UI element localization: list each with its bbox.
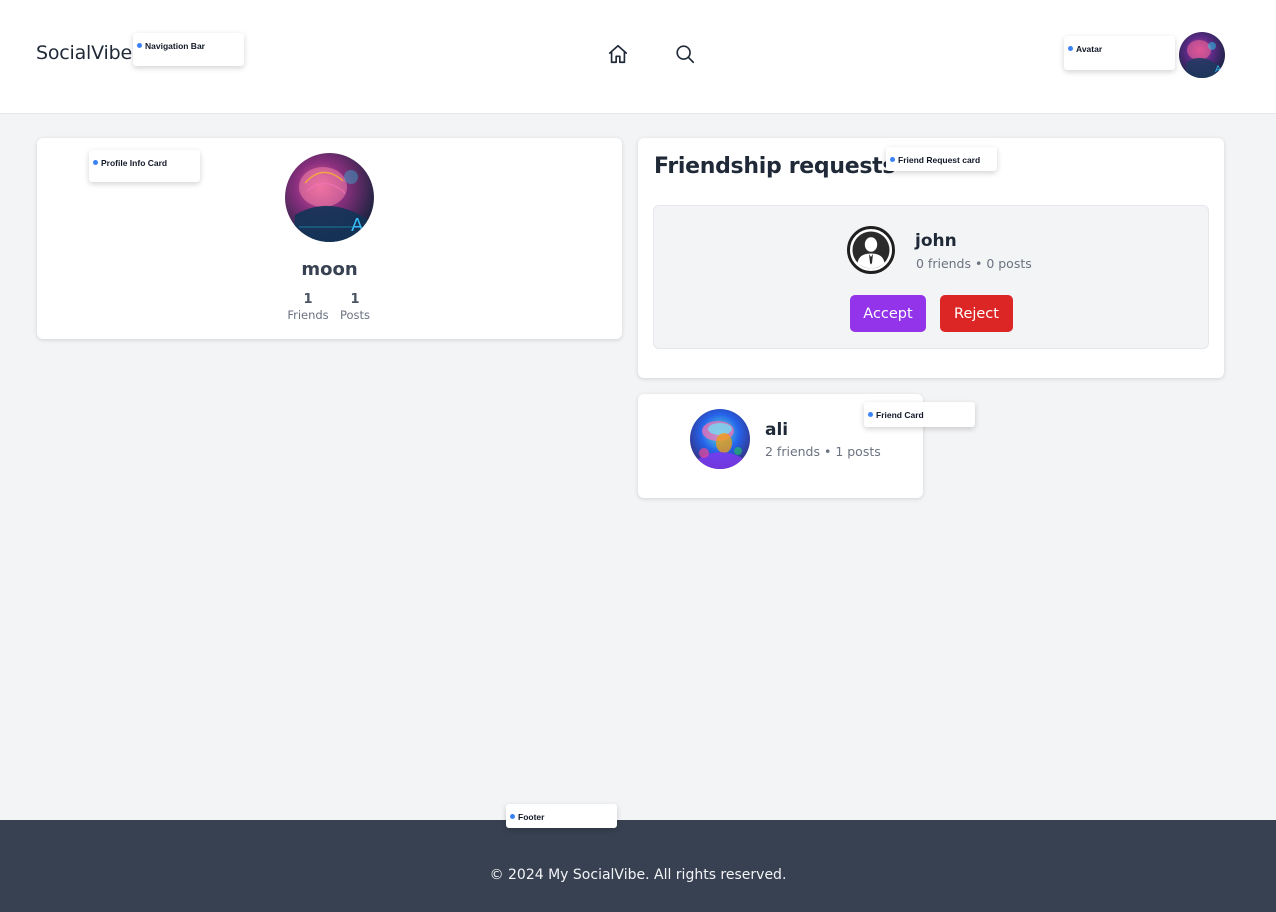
tag-profile-info-card: Profile Info Card (89, 150, 200, 182)
tag-dot (510, 814, 515, 819)
posts-count: 1 (350, 292, 360, 307)
svg-text:A: A (351, 215, 364, 236)
friend-avatar[interactable] (690, 409, 750, 469)
profile-name: moon (301, 259, 358, 280)
tag-label: Profile Info Card (101, 158, 168, 168)
requester-meta: 0 friends • 0 posts (916, 256, 1032, 271)
profile-avatar: A (285, 153, 374, 242)
tag-label: Friend Request card (898, 155, 981, 165)
posts-stat: 1 Posts (325, 292, 385, 323)
friend-request-card: Friendship requests john 0 friends • 0 p… (638, 138, 1224, 378)
tag-avatar: Avatar (1064, 36, 1175, 70)
tag-friend-card: Friend Card (864, 402, 975, 427)
tag-dot (137, 43, 142, 48)
tag-dot (890, 157, 895, 162)
avatar[interactable]: A (1179, 32, 1225, 78)
tag-label: Friend Card (876, 410, 924, 420)
friend-name[interactable]: ali (765, 420, 788, 440)
tag-footer: Footer (506, 804, 617, 828)
tag-label: Navigation Bar (145, 41, 205, 51)
copyright-text: © 2024 My SocialVibe. All rights reserve… (489, 867, 787, 883)
accept-button[interactable]: Accept (850, 295, 926, 332)
reject-button[interactable]: Reject (940, 295, 1013, 332)
posts-label: Posts (339, 308, 371, 322)
requester-name[interactable]: john (915, 231, 957, 251)
tag-dot (93, 160, 98, 165)
default-user-icon (847, 226, 895, 274)
tag-label: Footer (518, 812, 545, 822)
tag-friend-request-card: Friend Request card (886, 147, 997, 171)
friend-meta: 2 friends • 1 posts (765, 444, 881, 459)
brand-logo[interactable]: SocialVibe (36, 42, 132, 64)
page-title: Friendship requests (654, 154, 896, 179)
home-icon[interactable] (606, 42, 630, 66)
tag-navigation-bar: Navigation Bar (133, 33, 244, 66)
footer: © 2024 My SocialVibe. All rights reserve… (0, 820, 1276, 912)
friend-request-item: john 0 friends • 0 posts Accept Reject (653, 205, 1209, 349)
search-icon[interactable] (673, 42, 697, 66)
tag-dot (868, 412, 873, 417)
svg-text:A: A (1215, 65, 1222, 75)
tag-dot (1068, 46, 1073, 51)
tag-label: Avatar (1076, 44, 1103, 54)
